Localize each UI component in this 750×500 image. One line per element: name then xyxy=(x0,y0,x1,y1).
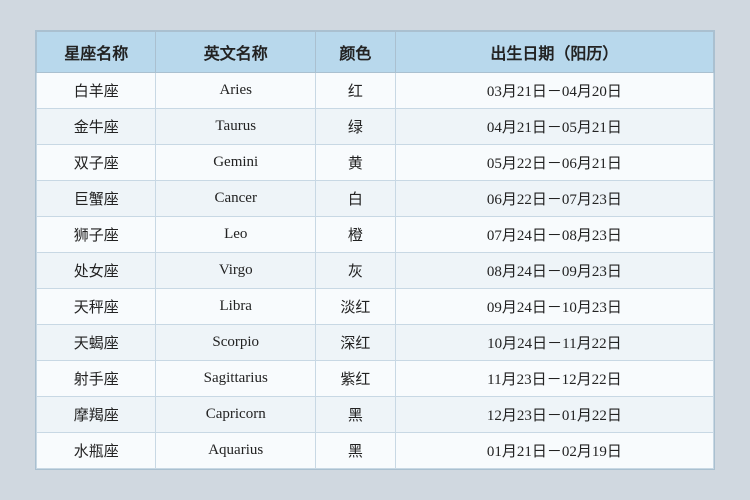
cell-color: 黑 xyxy=(315,397,395,433)
cell-color: 红 xyxy=(315,73,395,109)
cell-color: 绿 xyxy=(315,109,395,145)
table-row: 摩羯座Capricorn黑12月23日－01月22日 xyxy=(37,397,714,433)
cell-english: Gemini xyxy=(156,145,316,181)
cell-english: Taurus xyxy=(156,109,316,145)
cell-chinese: 双子座 xyxy=(37,145,156,181)
cell-english: Aquarius xyxy=(156,433,316,469)
cell-chinese: 金牛座 xyxy=(37,109,156,145)
table-row: 水瓶座Aquarius黑01月21日－02月19日 xyxy=(37,433,714,469)
cell-date: 01月21日－02月19日 xyxy=(395,433,713,469)
cell-english: Leo xyxy=(156,217,316,253)
table-row: 处女座Virgo灰08月24日－09月23日 xyxy=(37,253,714,289)
cell-date: 04月21日－05月21日 xyxy=(395,109,713,145)
table-row: 白羊座Aries红03月21日－04月20日 xyxy=(37,73,714,109)
cell-date: 05月22日－06月21日 xyxy=(395,145,713,181)
cell-color: 淡红 xyxy=(315,289,395,325)
cell-english: Libra xyxy=(156,289,316,325)
cell-english: Aries xyxy=(156,73,316,109)
table-row: 天秤座Libra淡红09月24日－10月23日 xyxy=(37,289,714,325)
cell-english: Sagittarius xyxy=(156,361,316,397)
zodiac-table: 星座名称 英文名称 颜色 出生日期（阳历） 白羊座Aries红03月21日－04… xyxy=(36,31,714,469)
zodiac-table-container: 星座名称 英文名称 颜色 出生日期（阳历） 白羊座Aries红03月21日－04… xyxy=(35,30,715,470)
cell-date: 03月21日－04月20日 xyxy=(395,73,713,109)
cell-chinese: 狮子座 xyxy=(37,217,156,253)
cell-color: 黄 xyxy=(315,145,395,181)
table-row: 天蝎座Scorpio深红10月24日－11月22日 xyxy=(37,325,714,361)
header-date: 出生日期（阳历） xyxy=(395,32,713,73)
cell-date: 12月23日－01月22日 xyxy=(395,397,713,433)
cell-color: 黑 xyxy=(315,433,395,469)
cell-color: 橙 xyxy=(315,217,395,253)
table-row: 巨蟹座Cancer白06月22日－07月23日 xyxy=(37,181,714,217)
cell-english: Capricorn xyxy=(156,397,316,433)
cell-date: 11月23日－12月22日 xyxy=(395,361,713,397)
cell-color: 灰 xyxy=(315,253,395,289)
cell-color: 深红 xyxy=(315,325,395,361)
table-row: 射手座Sagittarius紫红11月23日－12月22日 xyxy=(37,361,714,397)
header-color: 颜色 xyxy=(315,32,395,73)
cell-english: Scorpio xyxy=(156,325,316,361)
cell-color: 紫红 xyxy=(315,361,395,397)
header-english: 英文名称 xyxy=(156,32,316,73)
cell-date: 09月24日－10月23日 xyxy=(395,289,713,325)
table-row: 狮子座Leo橙07月24日－08月23日 xyxy=(37,217,714,253)
cell-chinese: 射手座 xyxy=(37,361,156,397)
cell-chinese: 天蝎座 xyxy=(37,325,156,361)
cell-chinese: 天秤座 xyxy=(37,289,156,325)
cell-chinese: 白羊座 xyxy=(37,73,156,109)
cell-color: 白 xyxy=(315,181,395,217)
table-row: 双子座Gemini黄05月22日－06月21日 xyxy=(37,145,714,181)
cell-chinese: 巨蟹座 xyxy=(37,181,156,217)
cell-date: 06月22日－07月23日 xyxy=(395,181,713,217)
cell-date: 10月24日－11月22日 xyxy=(395,325,713,361)
cell-date: 08月24日－09月23日 xyxy=(395,253,713,289)
cell-english: Virgo xyxy=(156,253,316,289)
cell-chinese: 水瓶座 xyxy=(37,433,156,469)
cell-date: 07月24日－08月23日 xyxy=(395,217,713,253)
table-header-row: 星座名称 英文名称 颜色 出生日期（阳历） xyxy=(37,32,714,73)
cell-english: Cancer xyxy=(156,181,316,217)
cell-chinese: 摩羯座 xyxy=(37,397,156,433)
cell-chinese: 处女座 xyxy=(37,253,156,289)
table-row: 金牛座Taurus绿04月21日－05月21日 xyxy=(37,109,714,145)
header-chinese: 星座名称 xyxy=(37,32,156,73)
